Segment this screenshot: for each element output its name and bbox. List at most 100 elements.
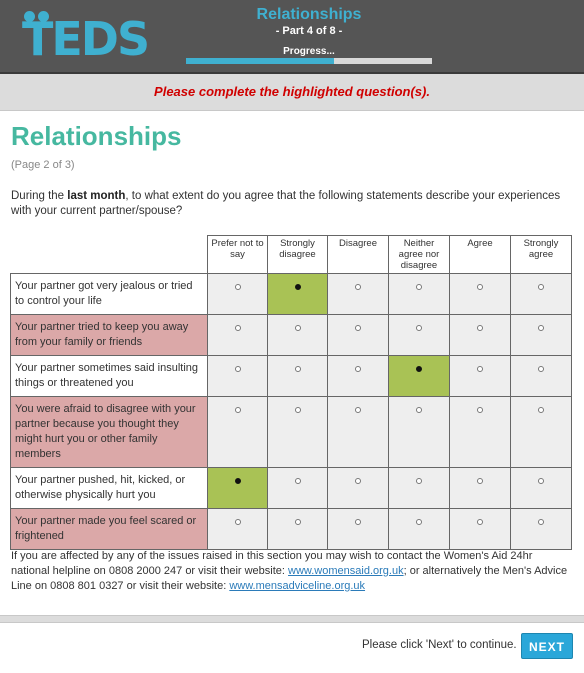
answer-cell[interactable]: [388, 467, 450, 509]
answer-cell[interactable]: [510, 396, 572, 468]
radio-empty-icon[interactable]: [538, 407, 544, 413]
answer-cell[interactable]: [327, 396, 389, 468]
question-row: You were afraid to disagree with your pa…: [10, 396, 572, 468]
question-text: Your partner made you feel scared or fri…: [10, 508, 208, 550]
answer-cell[interactable]: [267, 467, 328, 509]
answer-cell[interactable]: [449, 467, 511, 509]
answer-cell[interactable]: [267, 508, 328, 550]
column-header-5: Strongly agree: [510, 235, 572, 274]
answer-cell[interactable]: [388, 508, 450, 550]
column-header-3: Neither agree nor disagree: [388, 235, 450, 274]
answer-cell[interactable]: [207, 314, 268, 356]
radio-empty-icon[interactable]: [234, 325, 241, 331]
radio-empty-icon[interactable]: [355, 519, 361, 525]
answer-cell[interactable]: [207, 355, 268, 397]
answer-cell[interactable]: [327, 273, 389, 315]
answer-cell[interactable]: [327, 508, 389, 550]
radio-empty-icon[interactable]: [538, 284, 544, 290]
teds-logo: TEDS: [22, 11, 154, 66]
answer-cell[interactable]: [449, 314, 511, 356]
answer-cell[interactable]: [388, 273, 450, 315]
answer-cell[interactable]: [388, 355, 450, 397]
answer-cell[interactable]: [327, 314, 389, 356]
radio-empty-icon[interactable]: [477, 407, 483, 413]
radio-empty-icon[interactable]: [538, 325, 544, 331]
radio-empty-icon[interactable]: [416, 407, 422, 413]
next-button[interactable]: NEXT: [521, 633, 573, 659]
radio-empty-icon[interactable]: [234, 284, 241, 290]
radio-empty-icon[interactable]: [234, 407, 241, 413]
radio-empty-icon[interactable]: [355, 325, 361, 331]
question-text: Your partner tried to keep you away from…: [10, 314, 208, 356]
radio-empty-icon[interactable]: [477, 519, 483, 525]
continue-hint: Please click 'Next' to continue.: [362, 639, 517, 651]
radio-empty-icon[interactable]: [538, 519, 544, 525]
progress-label: Progress...: [283, 46, 335, 57]
question-instruction: During the last month, to what extent do…: [11, 189, 571, 219]
answer-cell[interactable]: [207, 508, 268, 550]
radio-empty-icon[interactable]: [416, 325, 422, 331]
answer-cell[interactable]: [267, 355, 328, 397]
answer-cell[interactable]: [510, 508, 572, 550]
answer-cell[interactable]: [510, 355, 572, 397]
answer-cell[interactable]: [207, 467, 268, 509]
radio-selected-icon[interactable]: [234, 478, 241, 484]
answer-cell[interactable]: [449, 396, 511, 468]
question-text: You were afraid to disagree with your pa…: [10, 396, 208, 468]
radio-empty-icon[interactable]: [477, 284, 483, 290]
question-text: Your partner got very jealous or tried t…: [10, 273, 208, 315]
answer-cell[interactable]: [510, 273, 572, 315]
column-header-2: Disagree: [327, 235, 389, 274]
radio-empty-icon[interactable]: [416, 478, 422, 484]
radio-empty-icon[interactable]: [355, 284, 361, 290]
radio-empty-icon[interactable]: [294, 407, 301, 413]
answer-cell[interactable]: [510, 467, 572, 509]
radio-empty-icon[interactable]: [477, 366, 483, 372]
answer-cell[interactable]: [207, 396, 268, 468]
answer-cell[interactable]: [388, 396, 450, 468]
radio-selected-icon[interactable]: [416, 366, 422, 372]
radio-empty-icon[interactable]: [477, 478, 483, 484]
answer-cell[interactable]: [267, 273, 328, 315]
radio-empty-icon[interactable]: [234, 366, 241, 372]
mens-advice-link[interactable]: www.mensadviceline.org.uk: [229, 580, 365, 592]
question-text: Your partner pushed, hit, kicked, or oth…: [10, 467, 208, 509]
answer-cell[interactable]: [327, 355, 389, 397]
support-note: If you are affected by any of the issues…: [11, 549, 571, 594]
radio-empty-icon[interactable]: [294, 478, 301, 484]
answer-cell[interactable]: [207, 273, 268, 315]
question-text: Your partner sometimes said insulting th…: [10, 355, 208, 397]
logo-text: TEDS: [22, 12, 150, 66]
answer-cell[interactable]: [449, 273, 511, 315]
likert-grid: Prefer not to say Strongly disagree Disagr…: [10, 235, 572, 550]
womens-aid-link[interactable]: www.womensaid.org.uk: [288, 565, 404, 577]
radio-empty-icon[interactable]: [416, 284, 422, 290]
instruction-pre: During the: [11, 190, 68, 202]
radio-empty-icon[interactable]: [538, 478, 544, 484]
answer-cell[interactable]: [449, 355, 511, 397]
radio-empty-icon[interactable]: [477, 325, 483, 331]
radio-empty-icon[interactable]: [355, 478, 361, 484]
question-panel: Relationships (Page 2 of 3) During the l…: [0, 110, 584, 616]
question-row: Your partner sometimes said insulting th…: [10, 355, 572, 397]
radio-empty-icon[interactable]: [234, 519, 241, 525]
answer-cell[interactable]: [327, 467, 389, 509]
page-title: Relationships: [11, 121, 182, 151]
radio-empty-icon[interactable]: [416, 519, 422, 525]
answer-cell[interactable]: [510, 314, 572, 356]
column-header-1: Strongly disagree: [267, 235, 328, 274]
answer-cell[interactable]: [449, 508, 511, 550]
radio-empty-icon[interactable]: [355, 366, 361, 372]
answer-cell[interactable]: [267, 314, 328, 356]
answer-cell[interactable]: [388, 314, 450, 356]
radio-selected-icon[interactable]: [294, 284, 301, 290]
radio-empty-icon[interactable]: [355, 407, 361, 413]
navigation-bar: Please click 'Next' to continue. NEXT: [0, 622, 584, 673]
grid-corner: [10, 235, 208, 274]
column-header-0: Prefer not to say: [207, 235, 268, 274]
radio-empty-icon[interactable]: [294, 366, 301, 372]
answer-cell[interactable]: [267, 396, 328, 468]
radio-empty-icon[interactable]: [294, 519, 301, 525]
radio-empty-icon[interactable]: [538, 366, 544, 372]
radio-empty-icon[interactable]: [294, 325, 301, 331]
